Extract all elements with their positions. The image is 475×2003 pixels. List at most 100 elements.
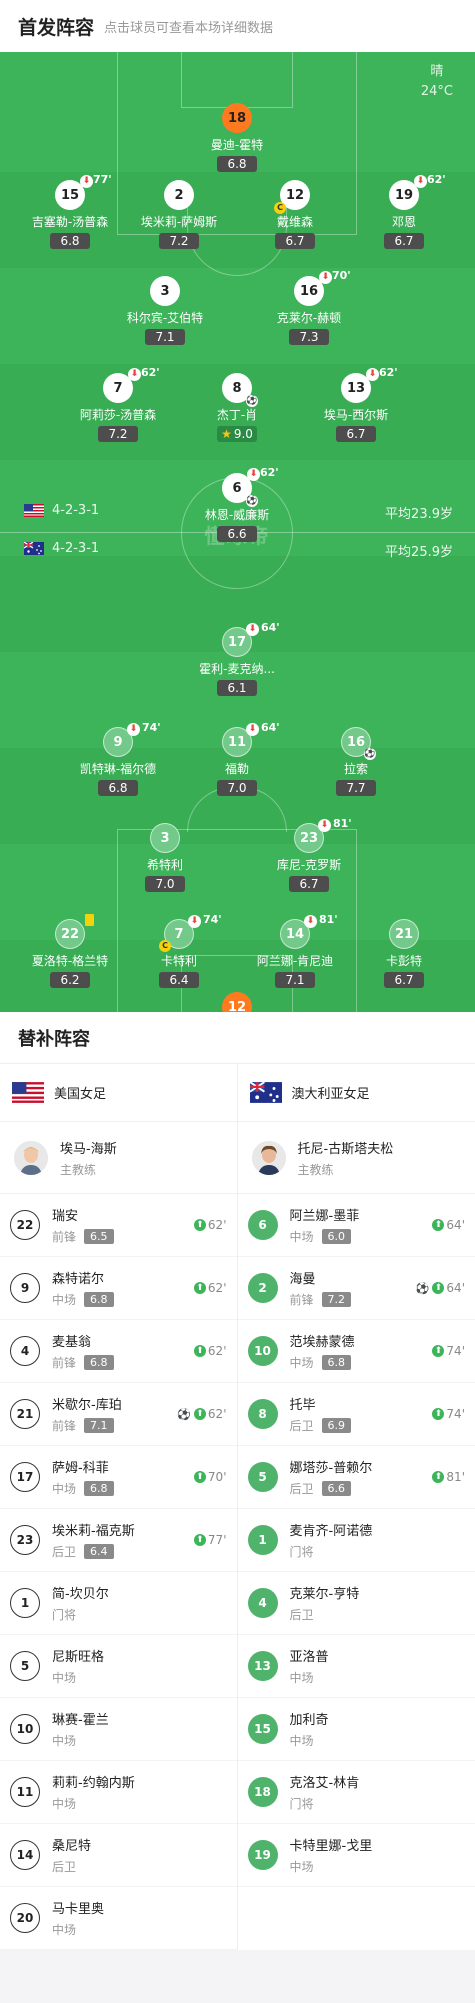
sub-player-row[interactable]: 20 马卡里奥 中场 [0, 1887, 237, 1950]
sub-player-row[interactable]: 6 阿兰娜-墨菲 中场 6.0 ⬆ 64' [237, 1194, 475, 1257]
goal-icon: ⚽ [364, 748, 376, 760]
player-number-badge: 18 [222, 103, 252, 133]
away-formation: 4-2-3-1 [24, 541, 99, 556]
subs-title: 替补阵容 [0, 1012, 475, 1064]
player-number-badge: 13 ⬇ 62' [341, 366, 398, 403]
page-title: 首发阵容 [18, 16, 95, 39]
player-number: 18 [227, 110, 247, 126]
sub-player-number: 6 [247, 1210, 278, 1240]
sub-player-row[interactable]: 11 莉莉-约翰内斯 中场 [0, 1761, 237, 1824]
home-coach-row[interactable]: 埃马-海斯 主教练 [0, 1122, 237, 1194]
sub-player-row[interactable]: 13 亚洛普 中场 [237, 1635, 475, 1698]
away-coach-row[interactable]: 托尼-古斯塔夫松 主教练 [237, 1122, 475, 1194]
sub-player-info: 尼斯旺格 中场 [52, 1646, 227, 1686]
sub-out-time: 62' [141, 366, 160, 379]
sub-player-name: 克莱尔-亨特 [289, 1587, 360, 1602]
sub-out-time: 62' [260, 466, 279, 479]
away-player[interactable]: 21 卡彭特 6.7 [339, 919, 469, 988]
sub-player-row[interactable]: 19 卡特里娜-戈里 中场 [237, 1824, 475, 1887]
sub-player-number: 10 [10, 1714, 40, 1744]
player-number: 17 [227, 634, 247, 650]
away-player[interactable]: 11 ⬇ 64' 福勒 7.0 [172, 721, 302, 796]
sub-player-position-row: 后卫 6.6 [290, 1480, 433, 1497]
goal-icon: ⚽ [177, 1407, 191, 1421]
home-player[interactable]: 6 ⬇ 62' ⚽ 林恩-威廉斯 6.6 [172, 466, 302, 542]
sub-player-name: 麦基翁 [52, 1335, 92, 1350]
away-player[interactable]: 12蒂根-迈卡7.4 [172, 992, 302, 1012]
sub-out-icon: ⬇ [127, 723, 140, 736]
away-player[interactable]: 23 ⬇ 81' 库尼-克罗斯 6.7 [244, 817, 374, 892]
sub-player-position-row: 中场 6.8 [290, 1354, 433, 1371]
sub-player-row[interactable]: 23 埃米莉-福克斯 后卫 6.4 ⬆ 77' [0, 1509, 237, 1572]
player-number-badge: 23 ⬇ 81' [294, 817, 352, 853]
sub-player-position: 后卫 [52, 1545, 77, 1559]
star-icon: ★ [221, 427, 232, 441]
sub-player-position-row: 后卫 [52, 1858, 227, 1875]
sub-out-time: 62' [379, 366, 398, 379]
sub-player-name: 麦肯齐-阿诺德 [289, 1524, 373, 1539]
rating-value: 6.6 [227, 527, 247, 541]
home-player[interactable]: 18 曼迪-霍特 6.8 [172, 103, 302, 172]
player-number: 16 [299, 283, 319, 299]
sub-player-row[interactable]: 17 萨姆-科菲 中场 6.8 ⬆ 70' [0, 1446, 237, 1509]
away-player[interactable]: 3 希特利 7.0 [100, 823, 230, 892]
sub-player-row[interactable]: 18 克洛艾-林肯 门将 [237, 1761, 475, 1824]
sub-player-info: 克洛艾-林肯 门将 [290, 1772, 466, 1812]
rating-value: 7.0 [227, 781, 247, 795]
sub-player-rating: 6.8 [84, 1292, 114, 1307]
player-number: 7 [113, 380, 123, 396]
weather-condition: 晴 [430, 64, 444, 79]
sub-player-position-row: 中场 [290, 1669, 466, 1686]
sub-in-icon: ⬆ [432, 1219, 445, 1231]
sub-out-time: 81' [333, 817, 352, 830]
sub-in-event: ⬆ 74' [432, 1407, 465, 1421]
away-player[interactable]: 16 ⚽ 拉索 7.7 [291, 727, 421, 796]
sub-player-row[interactable]: 21 米歇尔-库珀 前锋 7.1 ⚽ ⬆ 62' [0, 1383, 237, 1446]
sub-player-row[interactable]: 1 麦肯齐-阿诺德 门将 [237, 1509, 475, 1572]
sub-player-row[interactable]: 10 范埃赫蒙德 中场 6.8 ⬆ 74' [237, 1320, 475, 1383]
sub-player-row[interactable]: 5 尼斯旺格 中场 [0, 1635, 237, 1698]
sub-in-event: ⬆ 77' [193, 1533, 227, 1547]
home-player[interactable]: 3 科尔宾-艾伯特 7.1 [100, 276, 230, 345]
sub-player-number: 5 [10, 1651, 40, 1681]
player-number-badge: 7 ⬇ 74' C [159, 913, 222, 952]
sub-player-position-row: 中场 [52, 1732, 227, 1749]
australia-flag-icon [249, 1082, 282, 1103]
sub-player-info: 麦肯齐-阿诺德门将 [290, 1520, 466, 1560]
sub-player-position-row: 门将 [290, 1543, 466, 1560]
home-player[interactable]: 16 ⬇ 70' 克莱尔-赫顿 7.3 [244, 269, 374, 345]
sub-player-row[interactable]: 4 麦基翁 前锋 6.8 ⬆ 62' [0, 1320, 237, 1383]
sub-player-row[interactable]: 4 克莱尔-亨特 后卫 [237, 1572, 475, 1635]
home-player[interactable]: 7 ⬇ 62' 阿莉莎-汤普森 7.2 [53, 366, 183, 442]
sub-player-info: 桑尼特 后卫 [52, 1835, 227, 1875]
away-player[interactable]: 9 ⬇ 74' 凯特琳-福尔德 6.8 [53, 721, 183, 796]
rating-value: 6.7 [394, 234, 414, 248]
player-number: 16 [346, 734, 366, 750]
sub-player-row[interactable]: 8 托毕 后卫 6.9 ⬆ 74' [237, 1383, 475, 1446]
player-name: 阿莉莎-汤普森 [79, 408, 157, 422]
sub-player-row[interactable]: 14 桑尼特 后卫 [0, 1824, 237, 1887]
sub-player-position-row: 中场 [290, 1732, 466, 1749]
usa-flag-icon [12, 1082, 44, 1103]
away-player[interactable]: 17 ⬇ 64' 霍利-麦克纳... 6.1 [172, 621, 302, 696]
home-player[interactable]: 2 埃米莉-萨姆斯 7.2 [114, 180, 244, 249]
home-player[interactable]: 19 ⬇ 62' 邓恩 6.7 [339, 173, 469, 249]
sub-player-number: 2 [247, 1273, 278, 1303]
sub-player-name: 亚洛普 [289, 1650, 329, 1665]
sub-player-name: 琳赛-霍兰 [52, 1713, 109, 1728]
yellow-card-icon [85, 914, 94, 926]
sub-player-row[interactable]: 22 瑞安 前锋 6.5 ⬆ 62' [0, 1194, 237, 1257]
sub-player-row[interactable]: 15 加利奇 中场 [237, 1698, 475, 1761]
home-player[interactable]: 8 ⚽ 杰丁-肖 ★ 9.0 [172, 373, 302, 442]
sub-player-row[interactable]: 1 简-坎贝尔 门将 [0, 1572, 237, 1635]
sub-player-row[interactable]: 5 娜塔莎-普赖尔 后卫 6.6 ⬆ 81' [237, 1446, 475, 1509]
player-rating: 7.7 [336, 780, 376, 796]
home-player[interactable]: 13 ⬇ 62' 埃马-西尔斯 6.7 [291, 366, 421, 442]
away-player[interactable]: 7 ⬇ 74' C 卡特利 6.4 [114, 913, 244, 988]
sub-player-row[interactable]: 9 森特诺尔 中场 6.8 ⬆ 62' [0, 1257, 237, 1320]
sub-out-icon: ⬇ [366, 368, 379, 381]
sub-player-name: 娜塔莎-普赖尔 [289, 1461, 373, 1476]
sub-player-row[interactable]: 2 海曼 前锋 7.2 ⚽ ⬆ 64' [237, 1257, 475, 1320]
goal-icon: ⚽ [246, 495, 258, 507]
sub-player-row[interactable]: 10 琳赛-霍兰中场 [0, 1698, 237, 1761]
